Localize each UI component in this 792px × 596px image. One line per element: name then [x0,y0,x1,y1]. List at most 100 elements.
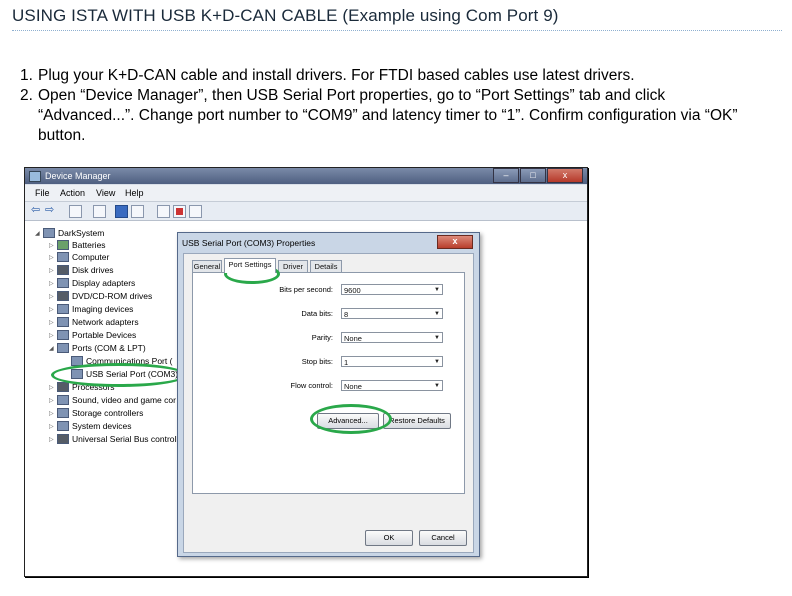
restore-defaults-button[interactable]: Restore Defaults [383,413,451,429]
properties-icon[interactable] [69,205,82,218]
menu-view[interactable]: View [96,188,115,198]
step-text: Plug your K+D-CAN cable and install driv… [38,67,635,84]
menu-help[interactable]: Help [125,188,144,198]
disk-icon [57,265,69,275]
dropdown-arrow-icon: ▼ [434,287,440,293]
dropdown-arrow-icon: ▼ [434,383,440,389]
tree-node-storage-controllers[interactable]: ▷ Storage controllers [49,407,143,419]
menu-file[interactable]: File [35,188,50,198]
expand-icon[interactable]: ▷ [49,410,57,417]
expand-icon[interactable]: ▷ [49,280,57,287]
device-manager-titlebar: Device Manager – □ x [25,168,587,184]
tree-node-imaging-devices[interactable]: ▷ Imaging devices [49,303,133,315]
tree-node-network-adapters[interactable]: ▷ Network adapters [49,316,139,328]
window-title: Device Manager [45,171,111,181]
forward-arrow-icon[interactable]: ⇨ [45,203,56,216]
advanced-button[interactable]: Advanced... [317,413,379,429]
expand-icon[interactable]: ▷ [49,397,57,404]
menu-bar: File Action View Help [25,185,587,202]
field-label: Parity: [311,333,333,342]
tree-node-communications-port[interactable]: Communications Port ( [63,355,172,367]
tree-node-system-devices[interactable]: ▷ System devices [49,420,132,432]
tree-node-disk-drives[interactable]: ▷ Disk drives [49,264,114,276]
expand-icon[interactable]: ▷ [49,436,57,443]
field-label: Bits per second: [279,285,333,294]
step-number: 1. [20,67,33,84]
processor-icon [57,382,69,392]
dialog-close-button[interactable]: x [437,235,473,249]
expand-icon[interactable]: ▷ [49,254,57,261]
bits-per-second-select[interactable]: 9600 ▼ [341,284,443,295]
uninstall-icon[interactable] [173,205,186,218]
update-driver-icon[interactable] [157,205,170,218]
tree-node-portable-devices[interactable]: ▷ Portable Devices [49,329,136,341]
collapse-icon[interactable]: ◢ [49,345,57,352]
menu-action[interactable]: Action [60,188,85,198]
port-icon [71,356,83,366]
toolbar: ⇦ ⇨ [25,202,587,221]
dialog-title: USB Serial Port (COM3) Properties [182,238,316,248]
help-icon[interactable] [115,205,128,218]
parity-select[interactable]: None ▼ [341,332,443,343]
step-number: 2. [20,87,33,104]
speaker-icon [57,395,69,405]
port-icon [57,343,69,353]
expand-icon[interactable]: ▷ [49,384,57,391]
device-manager-screenshot: Device Manager – □ x File Action View He… [24,167,588,577]
tree-node-sound-video[interactable]: ▷ Sound, video and game cor [49,394,176,406]
tree-node-usb-serial-port[interactable]: USB Serial Port (COM3) [63,368,179,380]
tab-port-settings[interactable]: Port Settings [224,258,276,273]
expand-icon[interactable]: ▷ [49,423,57,430]
instruction-list: 1. Plug your K+D-CAN cable and install d… [20,66,760,146]
view-icon[interactable] [131,205,144,218]
dropdown-arrow-icon: ▼ [434,335,440,341]
back-arrow-icon[interactable]: ⇦ [31,203,42,216]
usb-icon [57,434,69,444]
field-label: Data bits: [301,309,333,318]
expand-icon[interactable]: ▷ [49,319,57,326]
device-icon [57,330,69,340]
dialog-body: General Port Settings Driver Details Bit… [183,253,474,553]
data-bits-select[interactable]: 8 ▼ [341,308,443,319]
tree-node-dvd-drives[interactable]: ▷ DVD/CD-ROM drives [49,290,152,302]
window-controls: – □ x [492,168,583,183]
properties-dialog: USB Serial Port (COM3) Properties x Gene… [177,232,480,557]
collapse-icon[interactable]: ◢ [35,230,43,237]
console-icon[interactable] [93,205,106,218]
tree-node-batteries[interactable]: ▷ Batteries [49,239,106,251]
maximize-button[interactable]: □ [520,168,546,183]
flow-control-select[interactable]: None ▼ [341,380,443,391]
expand-icon[interactable]: ▷ [49,332,57,339]
field-label: Stop bits: [301,357,333,366]
ok-button[interactable]: OK [365,530,413,546]
expand-icon[interactable]: ▷ [49,267,57,274]
expand-icon[interactable]: ▷ [49,242,57,249]
storage-icon [57,408,69,418]
page-title: USING ISTA WITH USB K+D-CAN CABLE (Examp… [12,6,559,25]
title-divider [12,30,782,31]
minimize-button[interactable]: – [493,168,519,183]
field-label: Flow control: [290,381,333,390]
dropdown-arrow-icon: ▼ [434,311,440,317]
port-settings-panel: Bits per second: 9600 ▼ Data bits: 8 ▼ Par… [192,272,465,494]
stop-bits-select[interactable]: 1 ▼ [341,356,443,367]
tree-node-computer[interactable]: ▷ Computer [49,251,109,263]
expand-icon[interactable]: ▷ [49,306,57,313]
tree-node-ports[interactable]: ◢ Ports (COM & LPT) [49,342,146,354]
dvd-icon [57,291,69,301]
cancel-button[interactable]: Cancel [419,530,467,546]
system-icon [57,421,69,431]
instruction-step: 1. Plug your K+D-CAN cable and install d… [20,66,760,86]
instruction-step: 2. Open “Device Manager”, then USB Seria… [20,86,760,146]
camera-icon [57,304,69,314]
close-button[interactable]: x [547,168,583,183]
tree-node-processors[interactable]: ▷ Processors [49,381,115,393]
expand-icon[interactable]: ▷ [49,293,57,300]
tree-node-usb-controllers[interactable]: ▷ Universal Serial Bus controll [49,433,178,445]
battery-icon [57,240,69,250]
tree-node-display-adapters[interactable]: ▷ Display adapters [49,277,135,289]
scan-hardware-icon[interactable] [189,205,202,218]
tree-node-darksystem[interactable]: ◢ DarkSystem [35,227,104,239]
computer-icon [43,228,55,238]
port-icon [71,369,83,379]
